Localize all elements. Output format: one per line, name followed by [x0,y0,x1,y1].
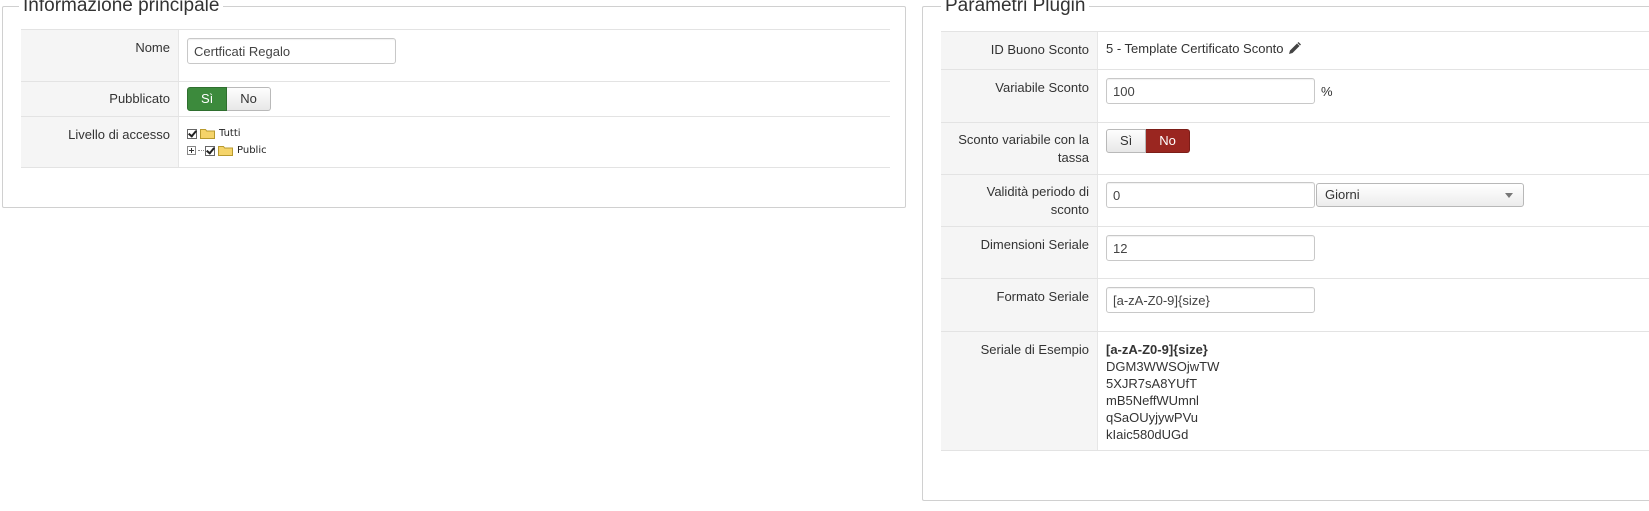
folder-icon [218,145,233,156]
row-formato: Formato Seriale [941,278,1649,331]
plugin-params-form: ID Buono Sconto 5 - Template Certificato… [941,31,1649,451]
row-sconto-tassa: Sconto variabile con la tassa Sì No [941,122,1649,174]
plugin-params-panel: Parametri Plugin ID Buono Sconto 5 - Tem… [922,0,1649,501]
id-buono-control: 5 - Template Certificato Sconto [1098,32,1649,69]
validita-input[interactable] [1106,182,1315,208]
serial-item: 5XJR7sA8YUfT [1106,376,1198,391]
sconto-tassa-toggle: Sì No [1106,129,1190,153]
serial-item: mB5NeffWUmnl [1106,393,1199,408]
row-nome: Nome [21,29,890,81]
pubblicato-no-button[interactable]: No [227,87,271,111]
pubblicato-label: Pubblicato [21,82,179,116]
sconto-tassa-control: Sì No [1098,123,1649,174]
esempio-label: Seriale di Esempio [941,332,1098,450]
pubblicato-toggle: Sì No [187,87,271,111]
dimensioni-label: Dimensioni Seriale [941,227,1098,278]
main-info-form: Nome Pubblicato Sì No Livello di accesso [21,29,890,168]
validita-unit-select[interactable]: Giorni [1316,183,1524,207]
nome-control [179,30,890,81]
dimensioni-input[interactable] [1106,235,1315,261]
id-buono-value: 5 - Template Certificato Sconto [1106,41,1284,56]
tree-item-label: Tutti [219,128,241,139]
pencil-icon[interactable] [1288,42,1301,58]
formato-label: Formato Seriale [941,279,1098,331]
expand-icon[interactable] [187,146,196,155]
pubblicato-yes-button[interactable]: Sì [187,87,228,111]
nome-input[interactable] [187,38,396,64]
dimensioni-control [1098,227,1649,278]
esempio-control: [a-zA-Z0-9]{size} DGM3WWSOjwTW 5XJR7sA8Y… [1098,332,1649,450]
checkbox-icon[interactable] [205,145,215,156]
serial-item: DGM3WWSOjwTW [1106,359,1220,374]
tree-item-public[interactable]: Public [187,142,882,159]
sconto-tassa-yes-button[interactable]: Sì [1106,129,1147,153]
main-info-panel: Informazione principale Nome Pubblicato … [2,0,906,208]
variabile-control: % [1098,70,1649,122]
nome-label: Nome [21,30,179,81]
sconto-tassa-label: Sconto variabile con la tassa [941,123,1098,174]
validita-label: Validità periodo di sconto [941,175,1098,226]
row-esempio: Seriale di Esempio [a-zA-Z0-9]{size} DGM… [941,331,1649,451]
tree-item-tutti[interactable]: Tutti [187,125,882,142]
accesso-control: Tutti Public [179,117,890,167]
main-info-title: Informazione principale [19,0,224,17]
folder-icon [200,128,215,139]
serial-item: kIaic580dUGd [1106,427,1189,442]
serial-item: qSaOUyjywPVu [1106,410,1198,425]
access-tree: Tutti Public [187,125,882,159]
row-dimensioni: Dimensioni Seriale [941,226,1649,278]
validita-unit-value: Giorni [1325,187,1360,202]
plugin-params-title: Parametri Plugin [941,0,1090,17]
row-accesso: Livello di accesso Tutti Public [21,116,890,168]
pubblicato-control: Sì No [179,82,890,116]
variabile-input[interactable] [1106,78,1315,104]
checkbox-icon[interactable] [187,128,197,139]
tree-item-label: Public [237,145,267,156]
row-validita: Validità periodo di sconto Giorni [941,174,1649,226]
formato-input[interactable] [1106,287,1315,313]
row-variabile: Variabile Sconto % [941,69,1649,122]
serial-pattern: [a-zA-Z0-9]{size} [1106,342,1208,357]
serial-example-list: [a-zA-Z0-9]{size} DGM3WWSOjwTW 5XJR7sA8Y… [1106,340,1649,443]
accesso-label: Livello di accesso [21,117,179,167]
validita-control: Giorni [1098,175,1649,226]
row-id-buono: ID Buono Sconto 5 - Template Certificato… [941,31,1649,69]
sconto-tassa-no-button[interactable]: No [1146,129,1190,153]
formato-control [1098,279,1649,331]
id-buono-label: ID Buono Sconto [941,32,1098,69]
row-pubblicato: Pubblicato Sì No [21,81,890,116]
variabile-label: Variabile Sconto [941,70,1098,122]
percent-unit: % [1321,83,1333,99]
tree-connector [198,150,204,151]
chevron-down-icon [1505,193,1513,198]
